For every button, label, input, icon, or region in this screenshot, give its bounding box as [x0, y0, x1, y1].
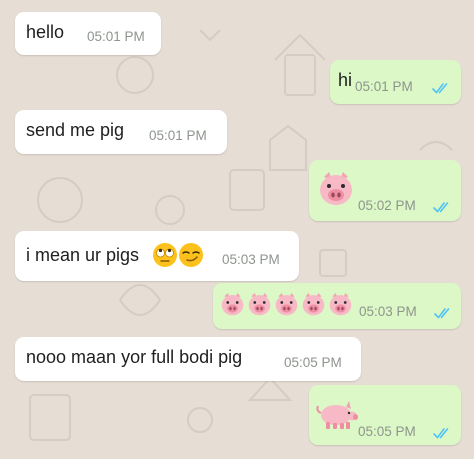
message-timestamp: 05:02 PM	[358, 198, 416, 213]
message-text: send me pig	[26, 120, 125, 140]
pig-face-icon	[300, 291, 327, 318]
message-bubble-incoming[interactable]: nooo maan yor full bodi pig 05:05 PM	[15, 337, 361, 381]
message-bubble-incoming[interactable]: hello 05:01 PM	[15, 12, 161, 55]
rolling-eyes-icon	[153, 243, 177, 267]
read-receipt-icon	[432, 82, 451, 94]
read-receipt-icon	[433, 201, 452, 213]
message-timestamp: 05:01 PM	[149, 128, 207, 143]
message-text: nooo maan yor full bodi pig	[26, 347, 243, 367]
message-timestamp: 05:01 PM	[87, 29, 145, 44]
read-receipt-icon	[434, 307, 453, 319]
message-timestamp: 05:03 PM	[222, 252, 280, 267]
message-bubble-outgoing[interactable]: 05:03 PM	[213, 283, 461, 329]
message-timestamp: 05:05 PM	[358, 424, 416, 439]
message-bubble-outgoing[interactable]: hi 05:01 PM	[330, 60, 461, 104]
message-bubble-incoming[interactable]: send me pig 05:01 PM	[15, 110, 227, 154]
message-text: i mean ur pigs	[26, 245, 140, 265]
pig-face-icon	[246, 291, 273, 318]
read-receipt-icon	[433, 427, 452, 439]
message-timestamp: 05:03 PM	[359, 304, 417, 319]
smirk-icon	[179, 243, 203, 267]
pig-face-icon	[327, 291, 354, 318]
pig-icon	[316, 401, 358, 429]
message-bubble-incoming[interactable]: i mean ur pigs 05:03 PM	[15, 231, 299, 281]
message-timestamp: 05:05 PM	[284, 355, 342, 370]
message-timestamp: 05:01 PM	[355, 79, 413, 94]
message-bubble-outgoing[interactable]: 05:02 PM	[309, 160, 461, 221]
message-text: hi	[338, 70, 353, 90]
message-bubble-outgoing[interactable]: 05:05 PM	[309, 385, 461, 445]
pig-face-icon	[273, 291, 300, 318]
pig-face-icon	[219, 291, 246, 318]
message-text: hello	[26, 22, 65, 42]
pig-face-icon	[316, 169, 356, 209]
